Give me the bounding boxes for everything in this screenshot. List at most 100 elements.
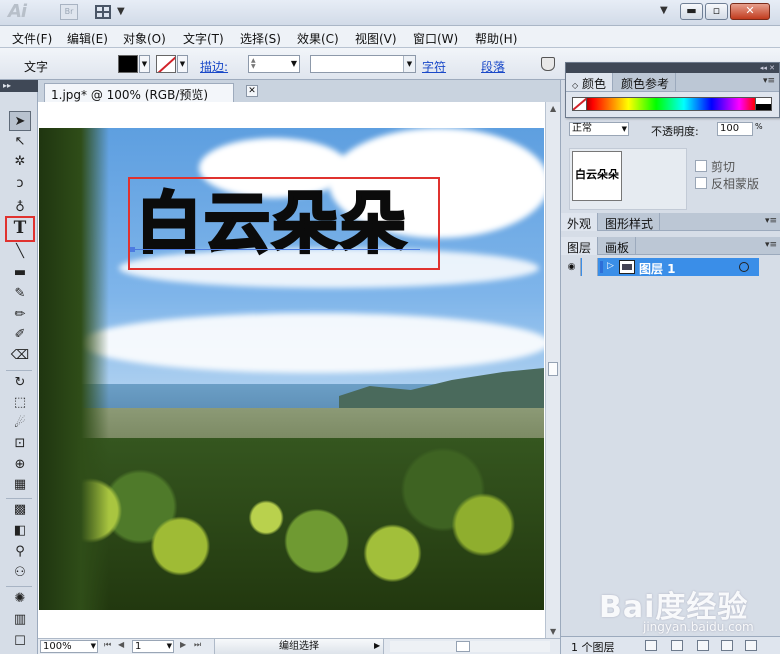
visibility-eye-icon[interactable]: ◉: [563, 258, 581, 276]
paintbrush-tool-icon[interactable]: ✎: [9, 284, 31, 304]
black-white-swatch[interactable]: [755, 98, 771, 110]
menu-edit[interactable]: 编辑(E): [67, 30, 108, 47]
fill-dropdown[interactable]: ▼: [139, 55, 150, 73]
character-panel-link[interactable]: 字符: [422, 58, 446, 75]
shape-builder-tool-icon[interactable]: ⊕: [9, 455, 31, 475]
warp-tool-icon[interactable]: ☄: [9, 414, 31, 434]
chevron-down-icon[interactable]: ▼: [403, 56, 415, 72]
scale-tool-icon[interactable]: ⬚: [9, 393, 31, 413]
line-tool-icon[interactable]: ╲: [9, 242, 31, 262]
layer-name[interactable]: 图层 1: [639, 260, 676, 277]
tab-graphic-styles[interactable]: 图形样式: [599, 213, 661, 231]
eraser-tool-icon[interactable]: ⌫: [9, 346, 31, 366]
menu-view[interactable]: 视图(V): [355, 30, 397, 47]
last-artboard-icon[interactable]: ⏭: [194, 640, 201, 650]
canvas[interactable]: 白云朵朵: [38, 102, 545, 638]
eyedropper-tool-icon[interactable]: ⚲: [9, 542, 31, 562]
layer-row[interactable]: ◉ ▷ 图层 1: [563, 258, 759, 276]
lock-toggle[interactable]: [582, 258, 598, 276]
artboard-tool-icon[interactable]: ☐: [9, 632, 31, 652]
rotate-tool-icon[interactable]: ↻: [9, 373, 31, 393]
tools-panel-header[interactable]: ▸▸: [0, 80, 38, 92]
panel-menu-icon[interactable]: ▾≡: [763, 76, 775, 86]
scroll-thumb[interactable]: [548, 362, 558, 376]
panel-menu-icon[interactable]: ▾≡: [765, 240, 777, 250]
symbol-sprayer-tool-icon[interactable]: ✺: [9, 589, 31, 609]
stroke-dropdown[interactable]: ▼: [177, 55, 188, 73]
tab-layers[interactable]: 图层: [561, 237, 599, 255]
type-tool-icon[interactable]: T: [5, 216, 35, 242]
scroll-thumb[interactable]: [456, 641, 470, 652]
color-panel-header[interactable]: ◂◂ ✕: [566, 63, 779, 73]
vertical-scrollbar[interactable]: ▲ ▼: [545, 102, 560, 638]
artwork-text[interactable]: 白云朵朵: [135, 182, 436, 266]
chevron-down-icon[interactable]: ▼: [167, 641, 172, 652]
close-tab-icon[interactable]: ✕: [246, 85, 258, 97]
scroll-up-icon[interactable]: ▲: [550, 104, 556, 113]
panel-menu-icon[interactable]: ▾≡: [765, 216, 777, 226]
spinner-icon[interactable]: ▲ ▼: [251, 58, 261, 70]
menu-help[interactable]: 帮助(H): [475, 30, 517, 47]
pen-tool-icon[interactable]: ♁: [9, 198, 31, 218]
menu-effect[interactable]: 效果(C): [297, 30, 339, 47]
opacity-field[interactable]: 100: [717, 122, 753, 136]
rectangle-tool-icon[interactable]: ▬: [9, 263, 31, 283]
invert-mask-checkbox[interactable]: [695, 177, 707, 189]
pencil-tool-icon[interactable]: ✏: [9, 305, 31, 325]
menu-file[interactable]: 文件(F): [12, 30, 52, 47]
menu-select[interactable]: 选择(S): [240, 30, 281, 47]
none-swatch[interactable]: [573, 98, 587, 110]
horizontal-scrollbar[interactable]: [390, 641, 550, 652]
tab-color-guide[interactable]: 颜色参考: [615, 73, 677, 91]
document-tab[interactable]: 1.jpg* @ 100% (RGB/预览): [44, 83, 234, 102]
menu-object[interactable]: 对象(O): [123, 30, 166, 47]
bridge-button[interactable]: Br: [60, 4, 78, 20]
perspective-grid-tool-icon[interactable]: ▦: [9, 475, 31, 495]
document-setup-icon[interactable]: [541, 57, 555, 71]
minimize-button[interactable]: ▬: [680, 3, 703, 20]
chevron-down-icon[interactable]: ▼: [622, 123, 627, 135]
expand-triangle-icon[interactable]: ▷: [607, 261, 614, 271]
menu-window[interactable]: 窗口(W): [413, 30, 458, 47]
color-spectrum[interactable]: [572, 97, 772, 111]
chevron-down-icon[interactable]: ▼: [91, 641, 96, 652]
fill-color-swatch[interactable]: [118, 55, 138, 73]
lasso-tool-icon[interactable]: ↄ: [9, 174, 31, 194]
tab-appearance[interactable]: 外观: [561, 213, 599, 231]
status-menu-icon[interactable]: ▶: [374, 641, 380, 650]
direct-selection-tool-icon[interactable]: ↖: [9, 132, 31, 152]
paragraph-panel-link[interactable]: 段落: [481, 58, 505, 75]
workspace-dropdown[interactable]: ▼: [660, 5, 668, 16]
blend-mode-select[interactable]: 正常 ▼: [569, 122, 629, 136]
object-thumbnail[interactable]: 白云朵朵: [572, 151, 622, 201]
tab-artboards[interactable]: 画板: [599, 237, 637, 255]
chevron-down-icon[interactable]: ▼: [291, 59, 297, 68]
free-transform-tool-icon[interactable]: ⊡: [9, 434, 31, 454]
menu-type[interactable]: 文字(T): [183, 30, 224, 47]
stroke-weight-field[interactable]: ▲ ▼ ▼: [248, 55, 300, 73]
scroll-down-icon[interactable]: ▼: [550, 627, 556, 636]
selection-tool-icon[interactable]: ➤: [9, 111, 31, 131]
gradient-tool-icon[interactable]: ◧: [9, 521, 31, 541]
arrange-documents-button[interactable]: ▼: [95, 4, 129, 22]
close-button[interactable]: ✕: [730, 3, 770, 20]
magic-wand-tool-icon[interactable]: ✲: [9, 152, 31, 172]
maximize-button[interactable]: ▫: [705, 3, 728, 20]
previous-artboard-icon[interactable]: ◀: [118, 640, 124, 649]
status-text[interactable]: 编组选择: [214, 639, 384, 654]
stroke-color-swatch[interactable]: [156, 55, 176, 73]
blend-tool-icon[interactable]: ⚇: [9, 563, 31, 583]
blob-brush-tool-icon[interactable]: ✐: [9, 325, 31, 345]
mesh-tool-icon[interactable]: ▩: [9, 500, 31, 520]
next-artboard-icon[interactable]: ▶: [180, 640, 186, 649]
artboard-number-field[interactable]: 1 ▼: [132, 640, 174, 653]
text-anchor-point[interactable]: [130, 247, 135, 252]
stroke-link[interactable]: 描边:: [200, 58, 228, 75]
tab-color[interactable]: ◇ 颜色: [566, 73, 613, 91]
clip-checkbox[interactable]: [695, 160, 707, 172]
first-artboard-icon[interactable]: ⏮: [104, 640, 111, 650]
column-graph-tool-icon[interactable]: ▥: [9, 610, 31, 630]
font-family-field[interactable]: ▼: [310, 55, 416, 73]
zoom-field[interactable]: 100% ▼: [40, 640, 98, 653]
layer-target-icon[interactable]: [739, 262, 749, 272]
